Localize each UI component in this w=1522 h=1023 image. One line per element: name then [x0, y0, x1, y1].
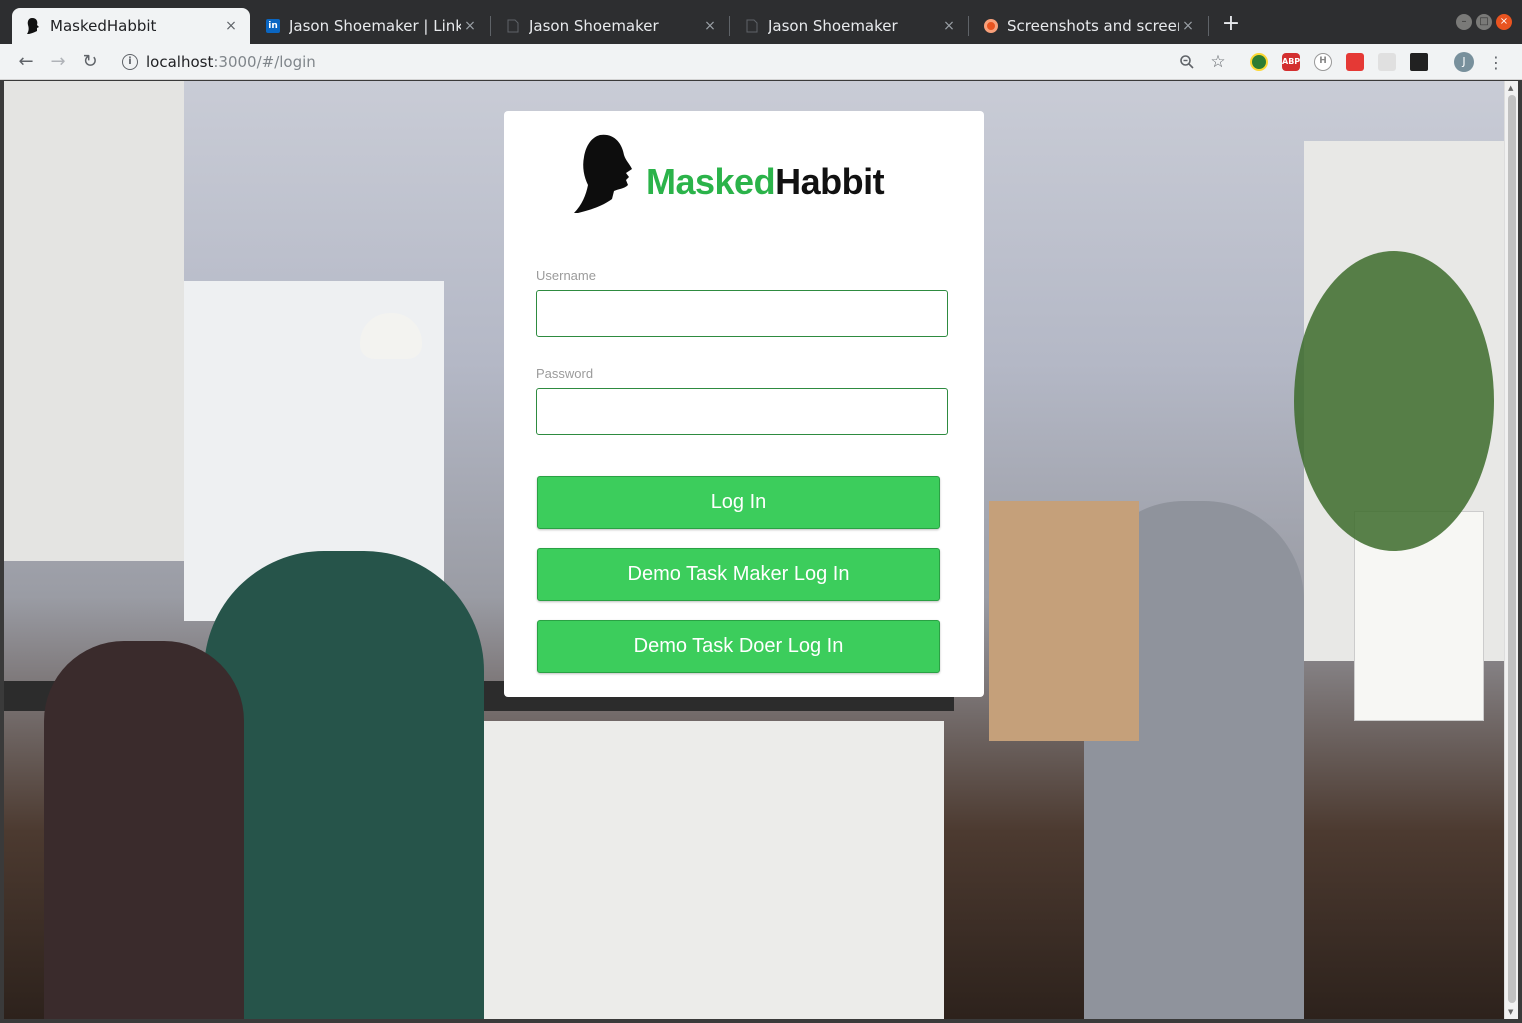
tab-jason-shoemaker-1[interactable]: Jason Shoemaker ×	[491, 8, 729, 44]
close-tab-icon[interactable]: ×	[701, 18, 719, 34]
maximize-icon[interactable]: □	[1476, 14, 1492, 30]
forward-arrow-icon[interactable]: →	[46, 50, 70, 74]
reload-icon[interactable]: ↻	[78, 50, 102, 74]
red-extension-icon[interactable]	[1345, 52, 1365, 72]
back-arrow-icon[interactable]: ←	[14, 50, 38, 74]
scroll-thumb[interactable]	[1508, 95, 1516, 1003]
browser-toolbar: ← → ↻ i localhost:3000/#/login ☆ ABP H J…	[0, 44, 1522, 80]
vertical-scrollbar[interactable]: ▲ ▼	[1504, 81, 1518, 1019]
grey-extension-icon[interactable]	[1377, 52, 1397, 72]
zoom-icon[interactable]	[1177, 52, 1197, 72]
kitchen-cabinets	[474, 721, 944, 1019]
child-figure	[44, 641, 244, 1019]
masked-silhouette-logo-icon	[574, 134, 632, 213]
close-tab-icon[interactable]: ×	[222, 18, 240, 34]
logo-wordmark: MaskedHabbit	[646, 161, 885, 203]
minimize-icon[interactable]: –	[1456, 14, 1472, 30]
close-window-icon[interactable]: ×	[1496, 14, 1512, 30]
new-tab-button[interactable]: +	[1219, 12, 1243, 36]
tab-separator	[1208, 16, 1209, 36]
username-label: Username	[536, 268, 596, 283]
username-field[interactable]	[536, 290, 948, 337]
tab-title: Screenshots and screenca	[1007, 17, 1179, 35]
site-info-icon[interactable]: i	[122, 54, 138, 70]
hypothesis-icon[interactable]: H	[1313, 52, 1333, 72]
logo-masked-text: Masked	[646, 161, 776, 202]
close-tab-icon[interactable]: ×	[461, 18, 479, 34]
zoom-extension-icon[interactable]	[1409, 52, 1429, 72]
menu-dots-icon[interactable]: ⋮	[1486, 52, 1506, 72]
logo: MaskedHabbit	[574, 133, 885, 215]
page-icon	[744, 18, 760, 34]
demo-task-maker-login-button[interactable]: Demo Task Maker Log In	[537, 548, 940, 601]
close-tab-icon[interactable]: ×	[1179, 18, 1197, 34]
password-label: Password	[536, 366, 594, 381]
page-viewport: MaskedHabbit Username Password Log In De…	[4, 81, 1504, 1019]
tab-title: Jason Shoemaker	[768, 17, 898, 35]
globe-extension-icon[interactable]	[1249, 52, 1269, 72]
grocery-bag	[989, 501, 1139, 741]
demo-task-doer-login-button[interactable]: Demo Task Doer Log In	[537, 620, 940, 673]
login-button[interactable]: Log In	[537, 476, 940, 529]
url-host: localhost	[146, 53, 214, 71]
linkedin-icon: in	[265, 18, 281, 34]
adblock-plus-icon[interactable]: ABP	[1281, 52, 1301, 72]
close-tab-icon[interactable]: ×	[940, 18, 958, 34]
tab-jason-shoemaker-2[interactable]: Jason Shoemaker ×	[730, 8, 968, 44]
window-controls: – □ ×	[1456, 14, 1512, 30]
person-green-shirt	[204, 551, 484, 1019]
profile-avatar[interactable]: J	[1454, 52, 1474, 72]
address-bar[interactable]: i localhost:3000/#/login	[116, 48, 1216, 76]
tab-title: Jason Shoemaker | Linked	[289, 17, 461, 35]
login-card: MaskedHabbit Username Password Log In De…	[504, 111, 984, 697]
tab-strip: MaskedHabbit × in Jason Shoemaker | Link…	[0, 0, 1522, 44]
tab-title: MaskedHabbit	[50, 17, 157, 35]
bookmark-star-icon[interactable]: ☆	[1208, 52, 1228, 72]
scroll-up-icon[interactable]: ▲	[1508, 84, 1513, 92]
password-field[interactable]	[536, 388, 948, 435]
tab-maskedhabbit[interactable]: MaskedHabbit ×	[12, 8, 250, 44]
logo-habbit-text: Habbit	[775, 161, 885, 202]
scroll-down-icon[interactable]: ▼	[1508, 1008, 1513, 1016]
tab-linkedin[interactable]: in Jason Shoemaker | Linked ×	[251, 8, 489, 44]
ubuntu-icon	[983, 18, 999, 34]
masked-silhouette-icon	[26, 18, 42, 34]
url-path: :3000/#/login	[213, 53, 316, 71]
tab-title: Jason Shoemaker	[529, 17, 659, 35]
fern-plant	[1294, 251, 1494, 551]
page-icon	[505, 18, 521, 34]
tab-screenshots[interactable]: Screenshots and screenca ×	[969, 8, 1207, 44]
cabinet-left	[4, 81, 184, 561]
